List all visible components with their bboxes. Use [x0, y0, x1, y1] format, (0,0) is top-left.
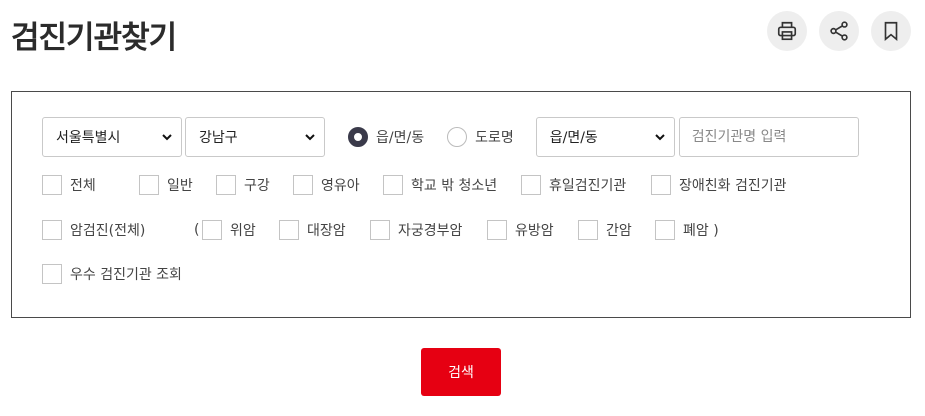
location-row: 서울특별시 강남구 읍/면/동 도로명 읍/면/동: [42, 117, 859, 157]
search-button[interactable]: 검색: [421, 348, 501, 396]
radio-unselected-indicator: [447, 127, 468, 147]
checkbox-colon-cancer[interactable]: 대장암: [279, 220, 346, 240]
checkbox-label: 구강: [244, 178, 270, 194]
checkbox-box[interactable]: [42, 264, 62, 284]
town-select-value: 읍/면/동: [549, 130, 598, 146]
checkbox-box[interactable]: [279, 220, 299, 240]
checkbox-box[interactable]: [651, 175, 671, 195]
share-icon: [830, 21, 848, 41]
checkbox-all[interactable]: 전체: [42, 175, 96, 195]
checkbox-label: 일반: [167, 178, 193, 194]
town-select[interactable]: 읍/면/동: [535, 117, 675, 157]
checkbox-box[interactable]: [487, 220, 507, 240]
checkbox-liver-cancer[interactable]: 간암: [578, 220, 632, 240]
checkbox-box[interactable]: [578, 220, 598, 240]
checkbox-label: 폐암 ): [683, 223, 719, 239]
checkbox-excellent-institution[interactable]: 우수 검진기관 조회: [42, 264, 182, 284]
checkbox-box[interactable]: [139, 175, 159, 195]
checkbox-box[interactable]: [370, 220, 390, 240]
checkbox-label: 자궁경부암: [398, 223, 463, 239]
checkbox-label: 위암: [230, 223, 256, 239]
bookmark-button[interactable]: [871, 11, 911, 51]
print-button[interactable]: [767, 11, 807, 51]
radio-road[interactable]: 도로명: [447, 127, 514, 147]
chevron-down-icon: [305, 134, 315, 141]
checkbox-oral[interactable]: 구강: [216, 175, 270, 195]
checkbox-label: 유방암: [515, 223, 554, 239]
bookmark-icon: [884, 21, 898, 42]
checkbox-disability-friendly[interactable]: 장애친화 검진기관: [651, 175, 787, 195]
checkbox-box[interactable]: [42, 220, 62, 240]
page-title: 검진기관찾기: [11, 20, 177, 56]
district-select-value: 강남구: [199, 130, 238, 146]
checkbox-infant[interactable]: 영유아: [293, 175, 360, 195]
checkbox-cancer-all[interactable]: 암검진(전체): [42, 220, 145, 240]
checkbox-breast-cancer[interactable]: 유방암: [487, 220, 554, 240]
open-paren: (: [194, 222, 200, 238]
checkbox-box[interactable]: [655, 220, 675, 240]
checkbox-stomach-cancer[interactable]: 위암: [202, 220, 256, 240]
checkbox-holiday[interactable]: 휴일검진기관: [521, 175, 626, 195]
checkbox-label: 장애친화 검진기관: [679, 178, 787, 194]
checkbox-label: 휴일검진기관: [549, 178, 627, 194]
checkbox-label: 암검진(전체): [70, 223, 146, 239]
checkbox-box[interactable]: [216, 175, 236, 195]
checkbox-box[interactable]: [521, 175, 541, 195]
institution-name-input[interactable]: [678, 117, 859, 157]
checkbox-out-of-school-youth[interactable]: 학교 밖 청소년: [383, 175, 497, 195]
checkbox-label: 간암: [606, 223, 632, 239]
page-actions: [767, 11, 911, 51]
checkbox-box[interactable]: [42, 175, 62, 195]
checkbox-box[interactable]: [293, 175, 313, 195]
city-select-value: 서울특별시: [56, 130, 121, 146]
district-select[interactable]: 강남구: [185, 117, 325, 157]
checkbox-label: 전체: [70, 178, 96, 194]
checkbox-label: 우수 검진기관 조회: [70, 267, 182, 283]
checkbox-box[interactable]: [383, 175, 403, 195]
search-panel: 서울특별시 강남구 읍/면/동 도로명 읍/면/동 전체 일반: [11, 91, 911, 318]
radio-road-label: 도로명: [475, 130, 514, 146]
checkbox-box[interactable]: [202, 220, 222, 240]
checkbox-cervical-cancer[interactable]: 자궁경부암: [370, 220, 462, 240]
checkbox-label: 대장암: [307, 223, 346, 239]
radio-town-label: 읍/면/동: [376, 130, 425, 146]
chevron-down-icon: [655, 134, 665, 141]
city-select[interactable]: 서울특별시: [42, 117, 182, 157]
radio-selected-indicator: [348, 127, 368, 147]
chevron-down-icon: [162, 134, 172, 141]
checkbox-label: 학교 밖 청소년: [411, 178, 498, 194]
share-button[interactable]: [819, 11, 859, 51]
print-icon: [777, 21, 797, 41]
checkbox-label: 영유아: [321, 178, 360, 194]
checkbox-lung-cancer[interactable]: 폐암 ): [655, 220, 719, 240]
radio-town[interactable]: 읍/면/동: [348, 127, 424, 147]
checkbox-general[interactable]: 일반: [139, 175, 193, 195]
